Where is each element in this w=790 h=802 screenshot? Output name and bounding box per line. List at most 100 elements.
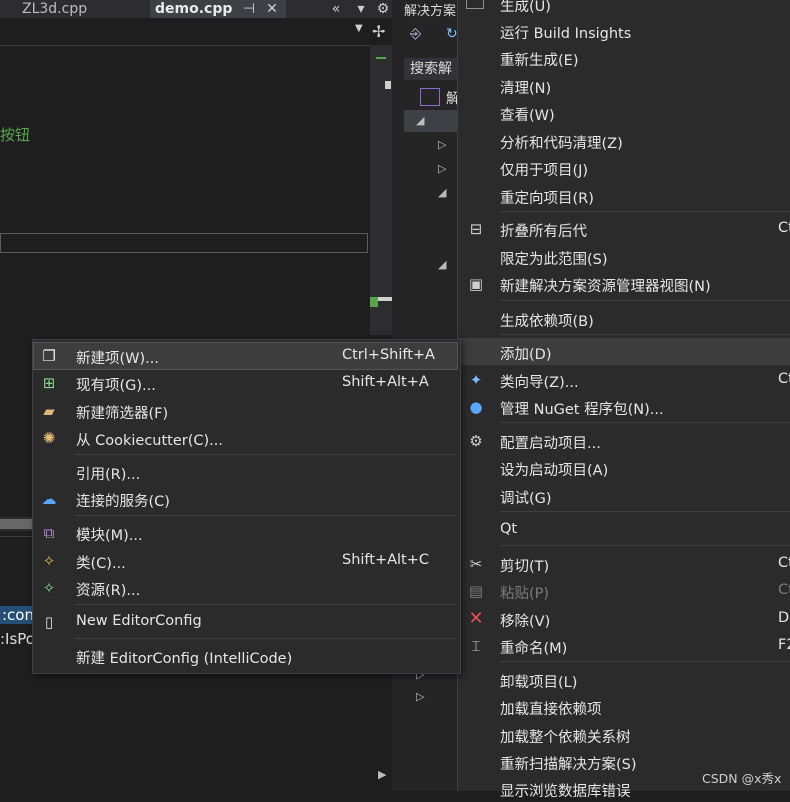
submenu-item-class[interactable]: ✧ 类(C)... Shift+Alt+C xyxy=(34,548,457,574)
connected-service-icon: ☁ xyxy=(41,490,57,508)
expand-icon[interactable]: ◢ xyxy=(438,258,446,271)
scroll-marker xyxy=(370,297,378,307)
menu-separator xyxy=(500,511,790,512)
expand-icon[interactable]: ◢ xyxy=(416,114,424,127)
menu-separator xyxy=(500,661,790,662)
gear-icon: ⚙ xyxy=(469,432,483,450)
pin-icon[interactable]: ⊣ xyxy=(240,0,258,18)
tab-label: demo.cpp xyxy=(155,1,233,17)
solution-search-input[interactable]: 搜索解 xyxy=(404,58,462,80)
chevron-right-icon[interactable]: ▷ xyxy=(438,138,446,151)
menu-item-view[interactable]: 查看(W) xyxy=(458,99,790,126)
menu-item-scope[interactable]: 限定为此范围(S) xyxy=(458,243,790,270)
menu-item-project-only[interactable]: 仅用于项目(J) xyxy=(458,154,790,181)
submenu-item-resource[interactable]: ✧ 资源(R)... xyxy=(34,575,457,601)
menu-item-collapse-all[interactable]: ⊟ 折叠所有后代 Ct xyxy=(458,215,790,242)
collapse-icon: ⊟ xyxy=(469,220,483,238)
menu-item-debug[interactable]: 调试(G) xyxy=(458,482,790,509)
menu-item-build[interactable]: 生成(U) xyxy=(458,0,790,17)
submenu-item-connected-service[interactable]: ☁ 连接的服务(C) xyxy=(34,486,457,512)
menu-item-qt[interactable]: Qt xyxy=(458,516,790,543)
editor-nav-bar[interactable]: ▼ xyxy=(0,18,370,46)
menu-item-add[interactable]: 添加(D) xyxy=(458,338,790,365)
scroll-thumb[interactable] xyxy=(0,519,34,529)
menu-item-startup-config[interactable]: ⚙ 配置启动项目... xyxy=(458,427,790,454)
solution-icon xyxy=(420,88,440,106)
submenu-item-reference[interactable]: 引用(R)... xyxy=(34,459,457,485)
new-view-icon: ▣ xyxy=(468,275,484,293)
class-icon: ✧ xyxy=(42,552,56,570)
chevron-down-icon[interactable]: ▼ xyxy=(355,23,363,34)
menu-item-class-wizard[interactable]: ✦ 类向导(Z)... Ct xyxy=(458,366,790,393)
tab-label: ZL3d.cpp xyxy=(22,1,88,17)
solution-explorer-title: 解决方案 xyxy=(404,4,456,18)
new-item-icon: ❐ xyxy=(42,347,56,365)
menu-item-load-direct-deps[interactable]: 加载直接依赖项 xyxy=(458,693,790,720)
menu-separator xyxy=(500,211,790,212)
code-text: :IsPo xyxy=(0,630,35,648)
scroll-marker xyxy=(376,57,386,59)
solution-selected-row[interactable]: ◢ xyxy=(404,110,457,132)
submenu-item-cookiecutter[interactable]: ✺ 从 Cookiecutter(C)... xyxy=(34,425,457,451)
overflow-icon[interactable]: « xyxy=(327,0,345,18)
menu-item-new-view[interactable]: ▣ 新建解决方案资源管理器视图(N) xyxy=(458,270,790,297)
settings-icon[interactable]: ⚙ xyxy=(374,0,392,18)
menu-separator xyxy=(500,422,790,423)
menu-separator xyxy=(500,300,790,301)
menu-separator xyxy=(74,454,455,455)
chevron-right-icon[interactable]: ▷ xyxy=(416,690,424,703)
resource-icon: ✧ xyxy=(42,579,56,597)
remove-icon: ✕ xyxy=(468,608,484,629)
editor-input-bar[interactable] xyxy=(0,233,368,253)
submenu-item-module[interactable]: ⧉ 模块(M)... xyxy=(34,520,457,546)
tab-zl3d[interactable]: ZL3d.cpp xyxy=(0,0,150,18)
existing-item-icon: ⊞ xyxy=(42,374,56,392)
folder-icon: ▰ xyxy=(43,402,55,420)
paste-icon: ▤ xyxy=(468,582,484,600)
expand-icon[interactable]: ◢ xyxy=(438,186,446,199)
menu-item-retarget[interactable]: 重定向项目(R) xyxy=(458,182,790,209)
split-icon[interactable]: ✢ xyxy=(372,22,385,41)
cookiecutter-icon: ✺ xyxy=(42,429,56,447)
menu-item-unload[interactable]: 卸载项目(L) xyxy=(458,666,790,693)
menu-item-cut[interactable]: ✂ 剪切(T) Ct xyxy=(458,550,790,577)
menu-item-build-dependencies[interactable]: 生成依赖项(B) xyxy=(458,305,790,332)
build-icon xyxy=(466,0,484,9)
submenu-item-new-filter[interactable]: ▰ 新建筛选器(F) xyxy=(34,398,457,424)
code-selection: :con xyxy=(0,606,36,624)
module-icon: ⧉ xyxy=(43,524,55,542)
menu-item-nuget[interactable]: ● 管理 NuGet 程序包(N)... xyxy=(458,393,790,420)
solution-toolbar-icon[interactable]: ⎆ xyxy=(410,26,430,46)
menu-item-clean[interactable]: 清理(N) xyxy=(458,72,790,99)
submenu-item-existing-item[interactable]: ⊞ 现有项(G)... Shift+Alt+A xyxy=(34,370,457,396)
menu-item-rename[interactable]: ⌶ 重命名(M) F2 xyxy=(458,632,790,659)
menu-separator xyxy=(74,604,455,605)
menu-item-remove[interactable]: ✕ 移除(V) De xyxy=(458,605,790,632)
menu-separator xyxy=(74,638,455,639)
watermark: CSDN @x秀x xyxy=(702,771,782,786)
code-comment: 按钮 xyxy=(0,126,31,144)
menu-separator xyxy=(500,334,790,335)
cut-icon: ✂ xyxy=(469,555,483,573)
menu-item-set-startup[interactable]: 设为启动项目(A) xyxy=(458,454,790,481)
editor-scrollbar-vertical[interactable] xyxy=(370,45,392,335)
scroll-marker xyxy=(385,81,391,89)
submenu-item-new-editorconfig-intellicode[interactable]: 新建 EditorConfig (IntelliCode) xyxy=(34,643,457,669)
rename-icon: ⌶ xyxy=(471,637,481,655)
file-icon: ▯ xyxy=(44,613,54,631)
scroll-right-icon[interactable]: ▶ xyxy=(378,768,386,781)
class-wizard-icon: ✦ xyxy=(469,371,483,389)
nuget-icon: ● xyxy=(469,398,483,416)
menu-item-paste[interactable]: ▤ 粘贴(P) Ct xyxy=(458,577,790,604)
close-icon[interactable]: ✕ xyxy=(263,0,281,18)
menu-item-analyze[interactable]: 分析和代码清理(Z) xyxy=(458,127,790,154)
submenu-item-new-item[interactable]: ❐ 新建项(W)... Ctrl+Shift+A xyxy=(33,342,458,370)
menu-item-build-insights[interactable]: 运行 Build Insights xyxy=(458,17,790,44)
menu-item-rebuild[interactable]: 重新生成(E) xyxy=(458,44,790,71)
menu-separator xyxy=(500,545,790,546)
dropdown-icon[interactable]: ▾ xyxy=(352,0,370,18)
menu-separator xyxy=(74,515,455,516)
chevron-right-icon[interactable]: ▷ xyxy=(438,162,446,175)
menu-item-load-dep-tree[interactable]: 加载整个依赖关系树 xyxy=(458,721,790,748)
submenu-item-new-editorconfig[interactable]: ▯ New EditorConfig xyxy=(34,609,457,635)
